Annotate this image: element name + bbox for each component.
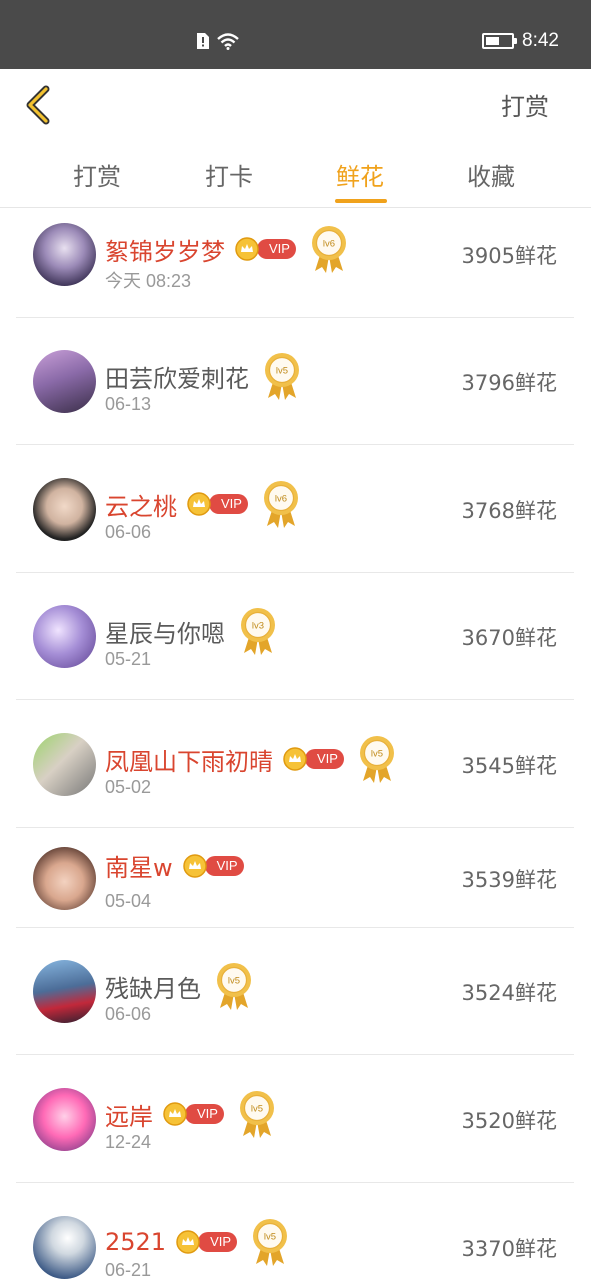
vip-badge: VIP <box>235 237 296 261</box>
chevron-left-icon <box>26 85 50 125</box>
list-item[interactable]: 云之桃 VIP lv6 06-06 3768鲜花 <box>16 445 574 573</box>
svg-text:lv6: lv6 <box>323 239 335 250</box>
status-bar: 8:42 <box>0 0 591 69</box>
svg-text:lv5: lv5 <box>276 366 288 377</box>
level-medal-icon: lv5 <box>265 353 299 400</box>
flower-count: 3670鲜花 <box>461 626 557 650</box>
avatar[interactable] <box>33 960 96 1023</box>
level-medal-icon: lv5 <box>217 963 251 1010</box>
reward-button[interactable]: 打赏 <box>501 87 549 122</box>
flower-count: 3545鲜花 <box>461 754 557 778</box>
avatar[interactable] <box>33 350 96 413</box>
user-name[interactable]: 凤凰山下雨初晴 <box>105 742 273 777</box>
user-name[interactable]: 2521 <box>105 1228 166 1256</box>
svg-text:lv5: lv5 <box>371 749 383 760</box>
reward-date: 12-24 <box>105 1132 152 1152</box>
crown-icon <box>235 237 259 261</box>
list-item[interactable]: 残缺月色 lv5 06-06 3524鲜花 <box>16 928 574 1055</box>
vip-label: VIP <box>305 749 344 769</box>
vip-label: VIP <box>198 1232 238 1252</box>
svg-text:lv5: lv5 <box>264 1232 276 1243</box>
crown-icon <box>163 1102 187 1126</box>
flower-count: 3796鲜花 <box>461 371 557 395</box>
vip-label: VIP <box>257 239 296 259</box>
flower-count: 3539鲜花 <box>461 868 557 892</box>
user-name[interactable]: 絮锦岁岁梦 <box>105 232 225 267</box>
svg-text:lv6: lv6 <box>275 494 287 505</box>
avatar[interactable] <box>33 1088 96 1151</box>
back-button[interactable] <box>20 83 60 127</box>
svg-text:lv5: lv5 <box>251 1104 263 1115</box>
reward-date: 06-06 <box>105 522 152 542</box>
vip-badge: VIP <box>187 492 248 516</box>
name-line: 南星w VIP <box>105 848 244 883</box>
reward-date: 06-06 <box>105 1004 152 1024</box>
crown-icon <box>187 492 211 516</box>
list-item[interactable]: 2521 VIP lv5 06-21 3370鲜花 <box>16 1183 574 1280</box>
vip-label: VIP <box>185 1104 224 1124</box>
tab-bar: 打赏 打卡 鲜花 收藏 <box>0 141 591 208</box>
reward-date: 06-21 <box>105 1260 152 1280</box>
user-name[interactable]: 田芸欣爱刺花 <box>105 359 249 394</box>
avatar[interactable] <box>33 1216 96 1279</box>
list-item[interactable]: 絮锦岁岁梦 VIP lv6 今天 08:23 3905鲜花 <box>16 209 574 318</box>
tab-flowers[interactable]: 鲜花 <box>336 157 384 192</box>
level-medal-icon: lv5 <box>359 736 394 783</box>
level-medal-icon: lv6 <box>263 481 298 528</box>
crown-icon <box>176 1230 200 1254</box>
user-name[interactable]: 南星w <box>105 848 173 883</box>
level-medal-icon: lv5 <box>253 1219 288 1266</box>
user-name[interactable]: 远岸 <box>105 1097 153 1132</box>
reward-date: 05-04 <box>105 891 152 911</box>
crown-icon <box>283 747 307 771</box>
avatar[interactable] <box>33 605 96 668</box>
list-item[interactable]: 星辰与你嗯 lv3 05-21 3670鲜花 <box>16 573 574 700</box>
vip-label: VIP <box>204 855 244 876</box>
avatar[interactable] <box>33 478 96 541</box>
reward-date: 今天 08:23 <box>105 271 192 291</box>
clock: 8:42 <box>522 30 559 51</box>
wifi-icon <box>217 33 239 50</box>
tab-favorites[interactable]: 收藏 <box>467 157 515 192</box>
flower-count: 3524鲜花 <box>461 981 557 1005</box>
active-tab-indicator <box>335 199 387 203</box>
reward-date: 05-02 <box>105 777 152 797</box>
user-name[interactable]: 残缺月色 <box>105 969 201 1004</box>
status-icons-center <box>196 32 240 50</box>
tab-reward[interactable]: 打赏 <box>73 157 121 192</box>
vip-badge: VIP <box>176 1230 238 1254</box>
list-item[interactable]: 远岸 VIP lv5 12-24 3520鲜花 <box>16 1055 574 1183</box>
flower-count: 3768鲜花 <box>461 499 557 523</box>
svg-text:lv5: lv5 <box>228 976 240 987</box>
flower-count: 3520鲜花 <box>461 1109 557 1133</box>
vip-badge: VIP <box>163 1102 224 1126</box>
level-medal-icon: lv6 <box>311 226 346 273</box>
vip-badge: VIP <box>182 853 244 878</box>
svg-text:lv3: lv3 <box>252 621 264 632</box>
flower-count: 3370鲜花 <box>461 1237 557 1261</box>
battery-icon <box>482 33 518 49</box>
status-icons-right: 8:42 <box>482 30 559 52</box>
user-name[interactable]: 星辰与你嗯 <box>105 614 225 649</box>
level-medal-icon: lv3 <box>241 608 275 655</box>
avatar[interactable] <box>33 847 96 910</box>
avatar[interactable] <box>33 223 96 286</box>
user-name[interactable]: 云之桃 <box>105 487 177 522</box>
reward-date: 06-13 <box>105 394 152 414</box>
reward-date: 05-21 <box>105 649 152 669</box>
flower-count: 3905鲜花 <box>461 244 557 268</box>
crown-icon <box>182 853 207 878</box>
app-header: 打赏 <box>0 69 591 141</box>
sim-alert-icon <box>197 33 209 49</box>
level-medal-icon: lv5 <box>239 1091 274 1138</box>
list-item[interactable]: 田芸欣爱刺花 lv5 06-13 3796鲜花 <box>16 318 574 445</box>
list-item[interactable]: 南星w VIP 05-04 3539鲜花 <box>16 828 574 928</box>
tab-checkin[interactable]: 打卡 <box>205 157 253 192</box>
vip-badge: VIP <box>283 747 344 771</box>
list-item[interactable]: 凤凰山下雨初晴 VIP lv5 05-02 3545鲜花 <box>16 700 574 828</box>
avatar[interactable] <box>33 733 96 796</box>
vip-label: VIP <box>209 494 248 514</box>
